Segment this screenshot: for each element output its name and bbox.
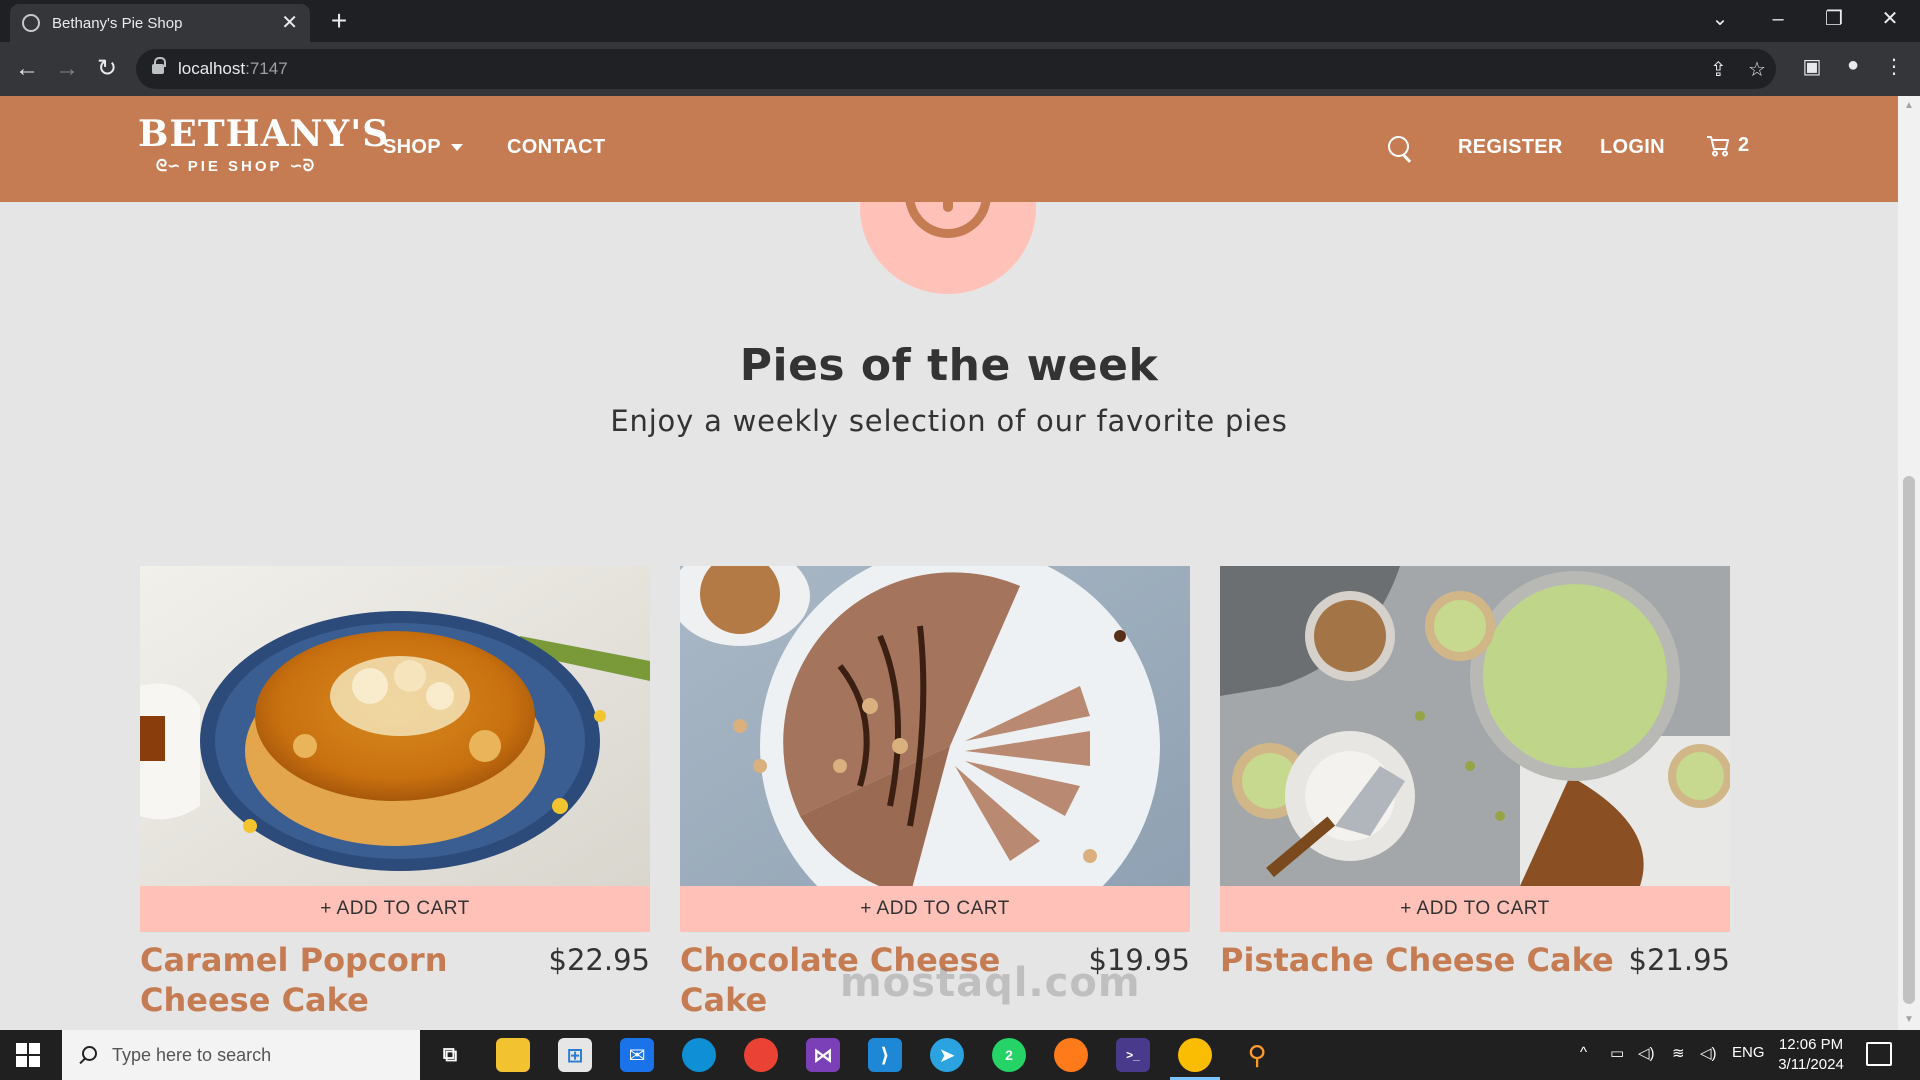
pie-card: + ADD TO CART Caramel Popcorn Cheese Cak… — [140, 566, 650, 1020]
globe-icon — [22, 14, 40, 32]
whatsapp-badge: 2 — [1005, 1047, 1013, 1063]
pie-card: + ADD TO CART Pistache Cheese Cake $21.9… — [1220, 566, 1730, 980]
watermark: mostaql.com — [840, 960, 1141, 1006]
task-view-icon[interactable]: ⧉ — [433, 1038, 467, 1072]
logo-sub-line: ᘓ∽ PIE SHOP ∽ᘐ — [138, 156, 332, 176]
pie-name[interactable]: Caramel Popcorn Cheese Cake — [140, 940, 549, 1020]
search-icon — [78, 1046, 97, 1064]
caret-down-icon — [450, 144, 463, 152]
side-panel-icon[interactable]: ▣ — [1797, 54, 1827, 79]
firefox-icon[interactable] — [1054, 1038, 1088, 1072]
chrome-profile-icon[interactable] — [744, 1038, 778, 1072]
back-button[interactable]: ← — [10, 52, 44, 86]
nav-login[interactable]: LOGIN — [1600, 136, 1665, 159]
taskbar-search-placeholder: Type here to search — [112, 1044, 272, 1065]
browser-toolbar: ← → ↻ localhost :7147 ⇪ ☆ ▣ ● ⋮ — [0, 42, 1920, 96]
swirl-left-icon: ᘓ∽ — [155, 158, 181, 175]
tab-title: Bethany's Pie Shop — [52, 14, 183, 32]
bookmark-star-icon[interactable]: ☆ — [1748, 57, 1766, 82]
whatsapp-icon[interactable]: 2 — [992, 1038, 1026, 1072]
reload-button[interactable]: ↻ — [90, 52, 124, 86]
menu-icon[interactable]: ⋮ — [1879, 54, 1909, 79]
add-to-cart-button[interactable]: + ADD TO CART — [140, 886, 650, 932]
nav-shop-dropdown[interactable]: SHOP — [383, 136, 463, 159]
terminal-icon[interactable]: >_ — [1116, 1038, 1150, 1072]
logo-main-text: BETHANY'S — [138, 113, 390, 155]
lock-icon[interactable] — [152, 57, 166, 76]
address-bar[interactable]: localhost :7147 ⇪ ☆ — [136, 49, 1776, 89]
caramel-cheesecake-image — [140, 566, 650, 886]
microsoft-store-icon[interactable]: ⊞ — [558, 1038, 592, 1072]
scroll-thumb[interactable] — [1903, 476, 1915, 1004]
chocolate-cheesecake-image — [680, 566, 1190, 886]
notification-center-icon[interactable] — [1866, 1042, 1892, 1066]
pie-image-pistache[interactable] — [1220, 566, 1730, 886]
edge-icon[interactable] — [682, 1038, 716, 1072]
add-to-cart-button[interactable]: + ADD TO CART — [1220, 886, 1730, 932]
browser-tab[interactable]: Bethany's Pie Shop ✕ — [10, 4, 310, 42]
cart-count: 2 — [1738, 134, 1750, 156]
pie-card: + ADD TO CART Chocolate Cheese Cake $19.… — [680, 566, 1190, 1020]
pie-price: $21.95 — [1628, 943, 1730, 977]
search-icon[interactable] — [1388, 136, 1412, 160]
pie-price: $22.95 — [548, 943, 650, 977]
chrome-icon[interactable] — [1170, 1038, 1220, 1080]
page-scrollbar[interactable]: ▲ ▼ — [1898, 96, 1920, 1030]
site-logo[interactable]: BETHANY'S ᘓ∽ PIE SHOP ∽ᘐ — [138, 113, 390, 176]
browser-tab-bar: Bethany's Pie Shop ✕ + ⌄ – ❐ ✕ — [0, 0, 1920, 42]
show-hidden-icons[interactable]: ^ — [1580, 1044, 1587, 1061]
site-header: BETHANY'S ᘓ∽ PIE SHOP ∽ᘐ SHOP CONTACT RE… — [0, 96, 1898, 202]
minimize-button[interactable]: – — [1758, 4, 1798, 34]
swirl-right-icon: ∽ᘐ — [289, 158, 315, 175]
system-clock[interactable]: 12:06 PM 3/11/2024 — [1766, 1035, 1856, 1075]
new-tab-button[interactable]: + — [324, 6, 354, 36]
windows-taskbar: Type here to search ⧉ ⊞ ✉ ⋈ ⟩ ➤ 2 >_ ⚲ ^… — [0, 1030, 1920, 1080]
pie-name[interactable]: Pistache Cheese Cake — [1220, 940, 1629, 980]
url-port: :7147 — [245, 59, 288, 78]
clock-time: 12:06 PM — [1778, 1036, 1844, 1053]
nav-shop-label: SHOP — [383, 136, 441, 158]
pie-image-chocolate[interactable] — [680, 566, 1190, 886]
pie-info: Pistache Cheese Cake $21.95 — [1220, 940, 1730, 980]
badge-stem — [943, 202, 953, 212]
section-heading: Pies of the week — [739, 340, 1159, 391]
url-host: localhost — [178, 59, 246, 78]
scroll-down-icon[interactable]: ▼ — [1904, 1014, 1914, 1025]
nav-contact[interactable]: CONTACT — [507, 136, 605, 159]
share-icon[interactable]: ⇪ — [1710, 57, 1727, 82]
battery-icon[interactable]: ▭ — [1610, 1044, 1624, 1062]
pie-badge — [860, 202, 1036, 294]
vscode-icon[interactable]: ⟩ — [868, 1038, 902, 1072]
visual-studio-icon[interactable]: ⋈ — [806, 1038, 840, 1072]
speaker-icon[interactable]: ◁) — [1700, 1044, 1717, 1062]
close-tab-icon[interactable]: ✕ — [281, 13, 298, 33]
pie-info: Caramel Popcorn Cheese Cake $22.95 — [140, 940, 650, 1020]
wifi-icon[interactable]: ≋ — [1672, 1044, 1685, 1062]
telegram-icon[interactable]: ➤ — [930, 1038, 964, 1072]
section-subheading: Enjoy a weekly selection of our favorite… — [610, 404, 1288, 438]
clock-date: 3/11/2024 — [1778, 1056, 1844, 1073]
cart-link[interactable]: 2 — [1706, 134, 1749, 157]
scroll-up-icon[interactable]: ▲ — [1904, 100, 1914, 111]
pistache-cheesecake-image — [1220, 566, 1730, 886]
tab-search-icon[interactable]: ⌄ — [1700, 4, 1740, 34]
language-indicator[interactable]: ENG — [1732, 1044, 1765, 1061]
pie-image-caramel[interactable] — [140, 566, 650, 886]
close-window-button[interactable]: ✕ — [1870, 4, 1910, 34]
volume-icon[interactable]: ◁) — [1638, 1044, 1655, 1062]
search-tool-icon[interactable]: ⚲ — [1240, 1038, 1274, 1072]
cart-icon — [1707, 135, 1729, 156]
main-content: Pies of the week Enjoy a weekly selectio… — [0, 202, 1898, 1030]
restore-button[interactable]: ❐ — [1814, 4, 1854, 34]
forward-button[interactable]: → — [50, 52, 84, 86]
file-explorer-icon[interactable] — [496, 1038, 530, 1072]
logo-sub-text: PIE SHOP — [187, 158, 283, 175]
nav-register[interactable]: REGISTER — [1458, 136, 1563, 159]
add-to-cart-button[interactable]: + ADD TO CART — [680, 886, 1190, 932]
mail-icon[interactable]: ✉ — [620, 1038, 654, 1072]
profile-icon[interactable]: ● — [1838, 54, 1868, 77]
taskbar-search-box[interactable]: Type here to search — [62, 1030, 420, 1080]
windows-start-icon[interactable] — [16, 1043, 40, 1067]
